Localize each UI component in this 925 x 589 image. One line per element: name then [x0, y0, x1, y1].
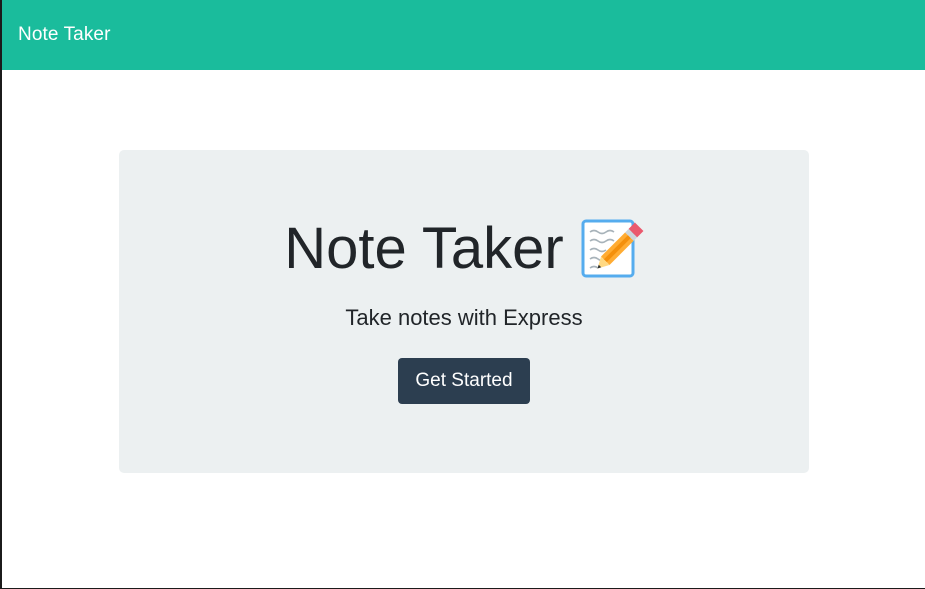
hero-heading: Note Taker: [284, 214, 644, 284]
get-started-button[interactable]: Get Started: [398, 358, 530, 404]
hero-title-text: Note Taker: [284, 216, 564, 281]
memo-icon: [578, 216, 644, 282]
navbar-brand-link[interactable]: Note Taker: [18, 24, 111, 46]
top-navbar: Note Taker: [2, 0, 925, 70]
browser-viewport: Note Taker Note Taker Take notes with Ex…: [0, 0, 925, 589]
hero-subtitle: Take notes with Express: [345, 305, 583, 330]
hero-panel: Note Taker Take notes with Express Get S…: [119, 150, 809, 473]
